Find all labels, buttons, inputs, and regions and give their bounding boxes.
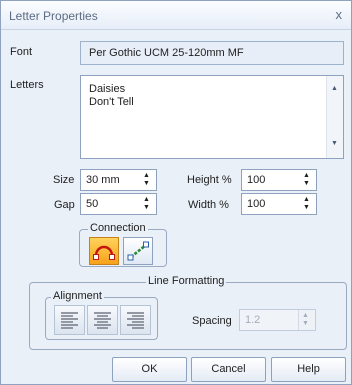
spacing-value: 1.2 bbox=[245, 314, 261, 326]
align-right-button[interactable] bbox=[120, 305, 151, 335]
font-value: Per Gothic UCM 25-120mm MF bbox=[89, 47, 244, 59]
width-spin-buttons[interactable]: ▲ ▼ bbox=[300, 194, 314, 214]
diagonal-connection-button[interactable] bbox=[123, 237, 153, 265]
gap-label: Gap bbox=[54, 199, 75, 211]
size-spin-buttons[interactable]: ▲ ▼ bbox=[140, 170, 154, 190]
size-label: Size bbox=[53, 174, 75, 186]
letters-line: Daisies bbox=[89, 83, 126, 95]
cancel-button[interactable]: Cancel bbox=[191, 357, 266, 382]
gap-value: 50 bbox=[86, 198, 99, 210]
scroll-down-icon[interactable]: ▼ bbox=[331, 140, 338, 147]
spin-down-icon[interactable]: ▼ bbox=[143, 180, 150, 187]
close-icon[interactable]: x bbox=[336, 7, 343, 22]
width-label: Width % bbox=[188, 199, 229, 211]
spin-down-icon[interactable]: ▼ bbox=[303, 180, 310, 187]
letter-properties-dialog: Letter Properties x Font Per Gothic UCM … bbox=[0, 0, 352, 385]
height-stepper[interactable]: 100 ▲ ▼ bbox=[241, 169, 317, 191]
scroll-up-icon[interactable]: ▲ bbox=[331, 85, 338, 92]
arch-connection-icon bbox=[93, 245, 115, 260]
font-label: Font bbox=[10, 46, 33, 58]
font-field[interactable]: Per Gothic UCM 25-120mm MF bbox=[80, 41, 344, 65]
connection-legend: Connection bbox=[88, 222, 148, 234]
ok-button[interactable]: OK bbox=[112, 357, 187, 382]
title-bar[interactable]: Letter Properties x bbox=[1, 1, 351, 30]
spin-up-icon[interactable]: ▲ bbox=[302, 312, 309, 319]
dialog-title: Letter Properties bbox=[9, 9, 98, 23]
width-stepper[interactable]: 100 ▲ ▼ bbox=[241, 193, 317, 215]
letters-line: Don't Tell bbox=[89, 96, 134, 108]
spin-up-icon[interactable]: ▲ bbox=[143, 196, 150, 203]
spacing-label: Spacing bbox=[192, 315, 232, 327]
gap-spin-buttons[interactable]: ▲ ▼ bbox=[140, 194, 154, 214]
spin-up-icon[interactable]: ▲ bbox=[303, 172, 310, 179]
diagonal-connection-icon bbox=[127, 241, 149, 261]
spin-down-icon[interactable]: ▼ bbox=[143, 204, 150, 211]
align-center-button[interactable] bbox=[87, 305, 118, 335]
spin-up-icon[interactable]: ▲ bbox=[143, 172, 150, 179]
size-value: 30 mm bbox=[86, 174, 120, 186]
gap-stepper[interactable]: 50 ▲ ▼ bbox=[80, 193, 157, 215]
spacing-stepper[interactable]: 1.2 ▲ ▼ bbox=[239, 309, 316, 331]
align-center-icon bbox=[94, 312, 111, 329]
height-spin-buttons[interactable]: ▲ ▼ bbox=[300, 170, 314, 190]
help-button[interactable]: Help bbox=[271, 357, 346, 382]
letters-scrollbar[interactable]: ▲ ▼ bbox=[326, 76, 343, 158]
height-label: Height % bbox=[187, 174, 232, 186]
height-value: 100 bbox=[247, 174, 266, 186]
align-left-icon bbox=[61, 312, 78, 329]
align-right-icon bbox=[127, 312, 144, 329]
letters-label: Letters bbox=[10, 79, 44, 91]
arch-connection-button[interactable] bbox=[89, 237, 119, 265]
width-value: 100 bbox=[247, 198, 266, 210]
align-left-button[interactable] bbox=[54, 305, 85, 335]
line-formatting-legend: Line Formatting bbox=[146, 275, 227, 287]
alignment-legend: Alignment bbox=[51, 290, 104, 302]
spacing-spin-buttons[interactable]: ▲ ▼ bbox=[298, 310, 313, 330]
size-stepper[interactable]: 30 mm ▲ ▼ bbox=[80, 169, 157, 191]
spin-down-icon[interactable]: ▼ bbox=[303, 204, 310, 211]
letters-textarea[interactable]: Daisies Don't Tell ▲ ▼ bbox=[80, 75, 344, 159]
spin-up-icon[interactable]: ▲ bbox=[303, 196, 310, 203]
spin-down-icon[interactable]: ▼ bbox=[302, 320, 309, 327]
